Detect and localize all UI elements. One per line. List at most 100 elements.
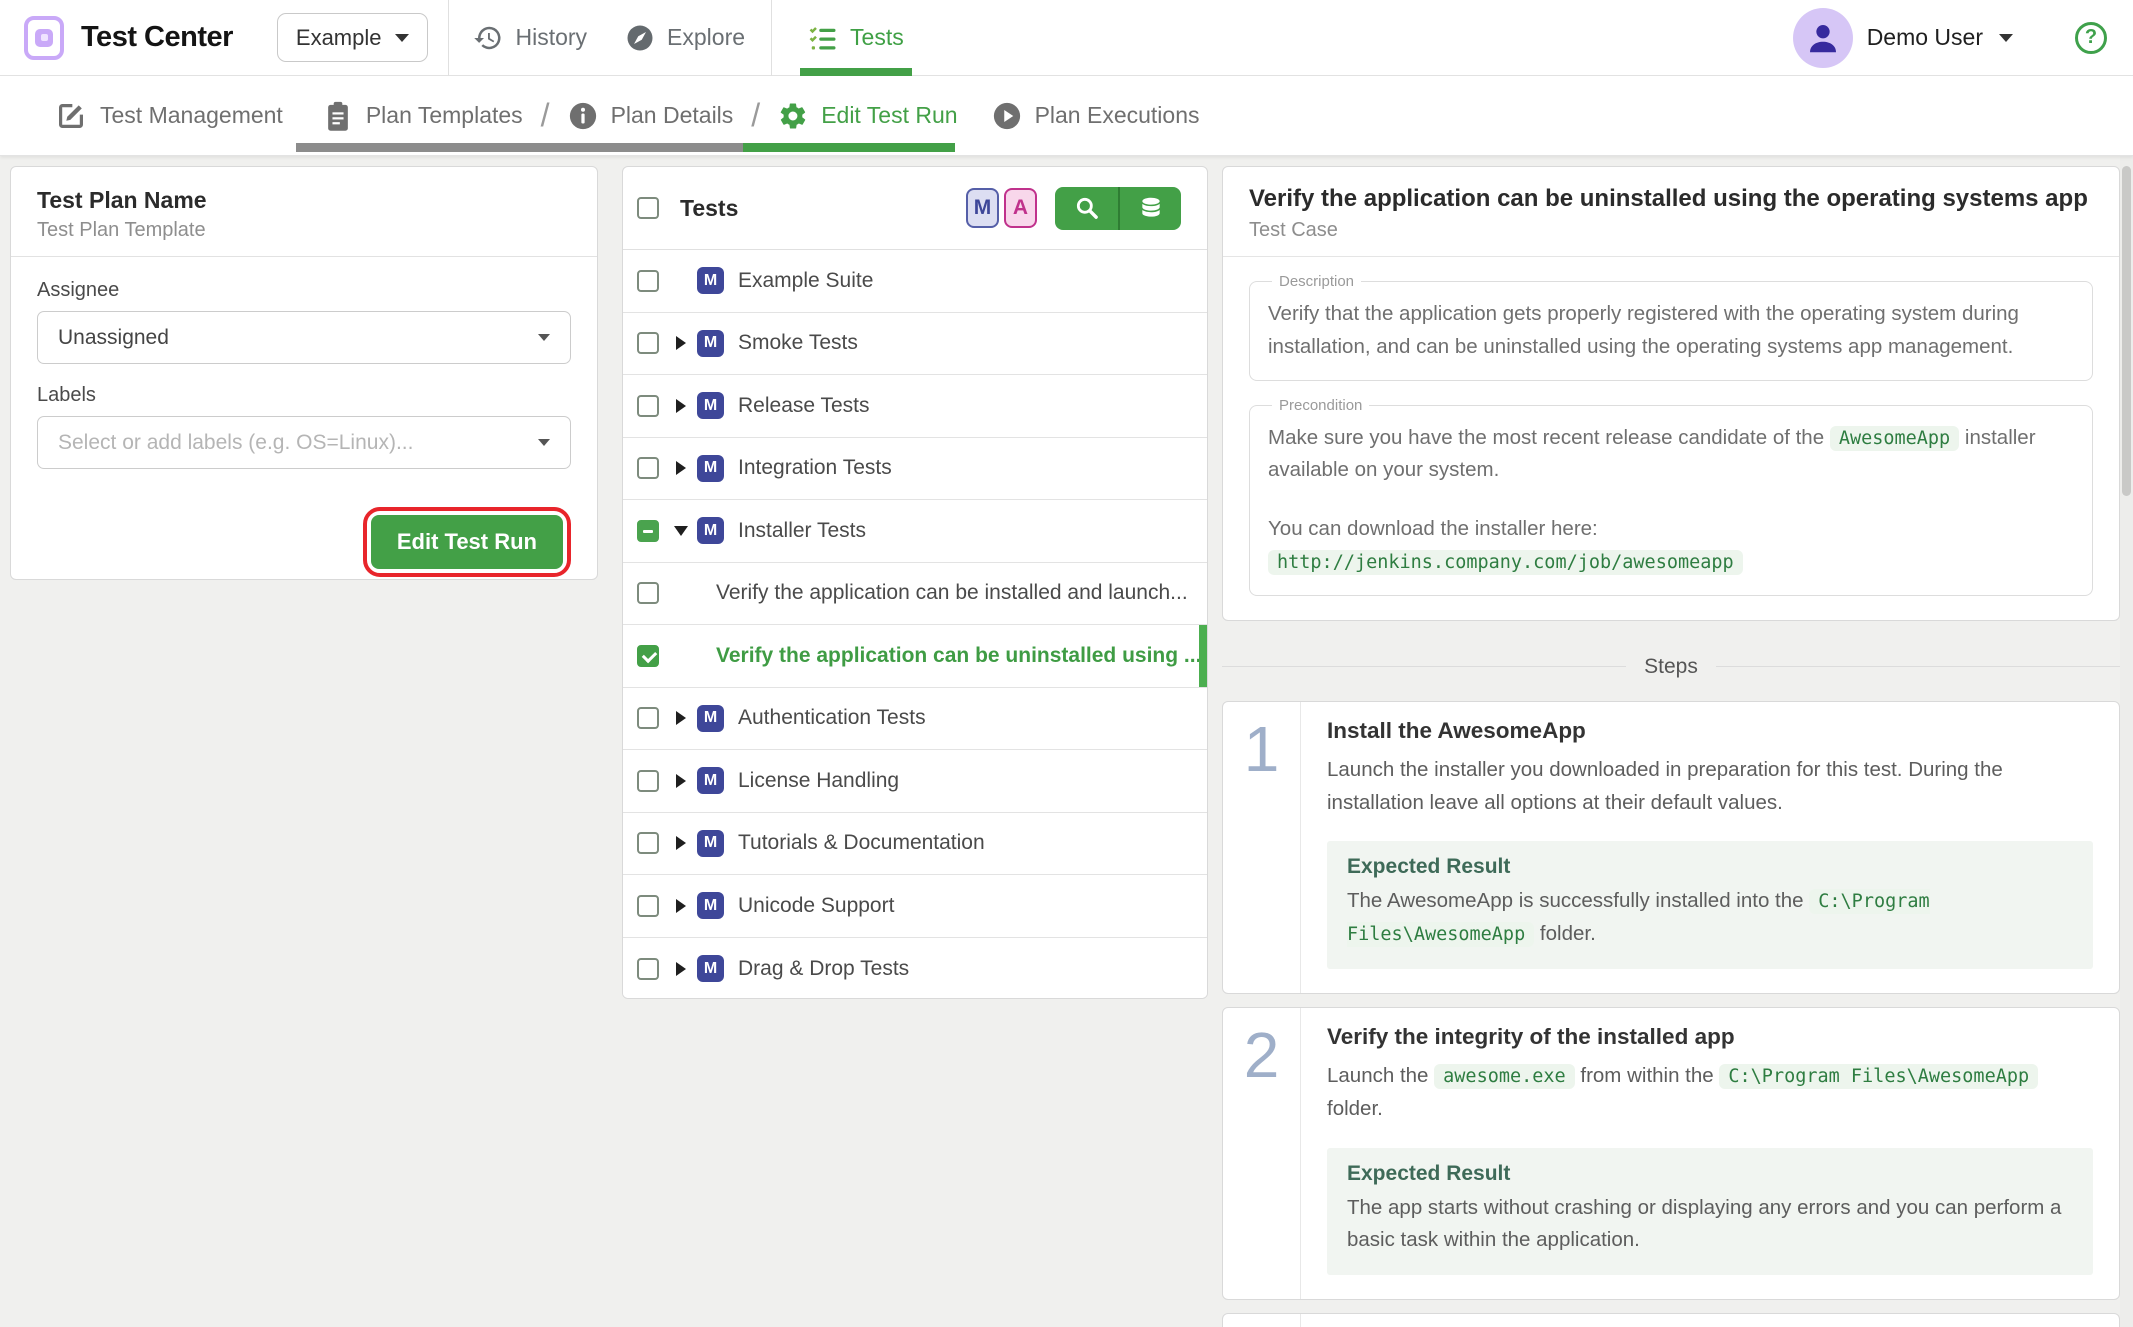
tree-row[interactable]: MInstaller Tests xyxy=(623,500,1207,563)
row-checkbox[interactable] xyxy=(637,645,659,667)
filter-badge-m[interactable]: M xyxy=(966,188,999,228)
suite-badge-m: M xyxy=(697,955,724,982)
description-legend: Description xyxy=(1272,273,1361,290)
paragraph: Launch the installer you downloaded in p… xyxy=(1327,754,2093,820)
step-card: 1Install the AwesomeAppLaunch the instal… xyxy=(1222,701,2120,994)
tree-row[interactable]: MIntegration Tests xyxy=(623,438,1207,501)
expand-arrow-icon[interactable] xyxy=(671,899,691,913)
test-plan-header: Test Plan Name Test Plan Template xyxy=(11,167,597,257)
labels-select[interactable]: Select or add labels (e.g. OS=Linux)... xyxy=(37,416,571,469)
tree-row[interactable]: MLicense Handling xyxy=(623,750,1207,813)
row-checkbox[interactable] xyxy=(637,832,659,854)
checklist-icon xyxy=(808,23,838,53)
description-content: Verify that the application gets properl… xyxy=(1268,298,2074,364)
tree-label: Verify the application can be installed … xyxy=(716,581,1188,605)
row-checkbox[interactable] xyxy=(637,520,659,542)
nav-explore[interactable]: Explore xyxy=(625,23,745,53)
selected-indicator xyxy=(1199,625,1207,687)
text-span: Launch the installer you downloaded in p… xyxy=(1327,758,2003,814)
row-checkbox[interactable] xyxy=(637,457,659,479)
breadcrumb-separator: / xyxy=(751,97,760,134)
row-checkbox[interactable] xyxy=(637,270,659,292)
tree-row[interactable]: Verify the application can be uninstalle… xyxy=(623,625,1207,688)
expected-result-block: Expected Result The AwesomeApp is success… xyxy=(1327,841,2093,969)
row-checkbox[interactable] xyxy=(637,707,659,729)
expand-arrow-icon[interactable] xyxy=(671,399,691,413)
top-navigation: Test Center Example History Explore xyxy=(0,0,2133,76)
tree-row[interactable]: Verify the application can be installed … xyxy=(623,563,1207,626)
row-checkbox[interactable] xyxy=(637,395,659,417)
tests-panel: Tests M A MExample SuiteMSmoke TestsMRel… xyxy=(622,166,1208,999)
expand-arrow-icon[interactable] xyxy=(671,962,691,976)
tests-toolbar xyxy=(1055,187,1181,230)
avatar[interactable] xyxy=(1793,8,1853,68)
expand-arrow-icon[interactable] xyxy=(671,336,691,350)
scrollbar-thumb[interactable] xyxy=(2122,166,2131,496)
tree-row[interactable]: MExample Suite xyxy=(623,250,1207,313)
nav-history[interactable]: History xyxy=(473,23,587,53)
help-button[interactable]: ? xyxy=(2075,22,2107,54)
expand-arrow-icon[interactable] xyxy=(671,774,691,788)
nav-test-management[interactable]: Test Management xyxy=(55,100,283,132)
play-circle-icon xyxy=(992,101,1022,131)
edit-square-icon xyxy=(55,100,87,132)
scrollbar[interactable] xyxy=(2120,156,2133,1327)
suite-badge-m: M xyxy=(697,830,724,857)
chevron-down-icon xyxy=(538,334,550,341)
tree-row[interactable]: MRelease Tests xyxy=(623,375,1207,438)
tree-row[interactable]: MSmoke Tests xyxy=(623,313,1207,376)
nav-tests[interactable]: Tests xyxy=(800,0,912,76)
expand-arrow-icon[interactable] xyxy=(671,461,691,475)
paragraph: Verify that the application gets properl… xyxy=(1268,298,2074,364)
filter-badge-a[interactable]: A xyxy=(1004,188,1037,228)
nav-plan-templates[interactable]: Plan Templates xyxy=(323,100,523,132)
breadcrumb-track xyxy=(296,143,743,152)
nav-edit-test-run[interactable]: Edit Test Run xyxy=(778,101,957,131)
precondition-content: Make sure you have the most recent relea… xyxy=(1268,422,2074,579)
step-title: Verify the integrity of the installed ap… xyxy=(1327,1024,2093,1050)
expected-result-block: Expected ResultThe app starts without cr… xyxy=(1327,1148,2093,1276)
tree-label: Unicode Support xyxy=(738,894,894,918)
row-checkbox[interactable] xyxy=(637,332,659,354)
paragraph: Launch the awesome.exe from within the C… xyxy=(1327,1060,2093,1126)
user-menu-chevron-icon[interactable] xyxy=(1999,34,2013,42)
project-selector[interactable]: Example xyxy=(277,13,429,62)
expected-result-label: Expected Result xyxy=(1347,855,2073,879)
app-title: Test Center xyxy=(81,21,233,54)
tree-row[interactable]: MTutorials & Documentation xyxy=(623,813,1207,876)
tree-row[interactable]: MAuthentication Tests xyxy=(623,688,1207,751)
row-checkbox[interactable] xyxy=(637,895,659,917)
app-logo-icon xyxy=(24,16,64,60)
labels-placeholder: Select or add labels (e.g. OS=Linux)... xyxy=(58,431,538,455)
step-number: 2 xyxy=(1223,1008,1301,1299)
nav-plan-executions[interactable]: Plan Executions xyxy=(992,101,1200,131)
database-button[interactable] xyxy=(1118,187,1181,230)
expand-arrow-icon[interactable] xyxy=(671,526,691,536)
assignee-select[interactable]: Unassigned xyxy=(37,311,571,364)
expand-arrow-icon[interactable] xyxy=(671,836,691,850)
select-all-checkbox[interactable] xyxy=(637,197,659,219)
code-span: C:\Program Files\AwesomeApp xyxy=(1719,1064,2038,1089)
expand-arrow-icon[interactable] xyxy=(671,711,691,725)
test-plan-template-label: Test Plan Template xyxy=(37,219,571,242)
paragraph: The AwesomeApp is successfully installed… xyxy=(1347,885,2073,951)
tree-row[interactable]: MUnicode Support xyxy=(623,875,1207,938)
nav-plan-details[interactable]: Plan Details xyxy=(568,101,734,131)
row-checkbox[interactable] xyxy=(637,958,659,980)
tree-row[interactable]: MDrag & Drop Tests xyxy=(623,938,1207,1000)
breadcrumb: Test Management Plan Templates / Plan De… xyxy=(0,76,2133,156)
tree-label: Integration Tests xyxy=(738,456,892,480)
info-icon xyxy=(568,101,598,131)
edit-test-run-button[interactable]: Edit Test Run xyxy=(371,515,563,569)
row-checkbox[interactable] xyxy=(637,770,659,792)
code-span: AwesomeApp xyxy=(1830,426,1959,451)
row-checkbox[interactable] xyxy=(637,582,659,604)
step-content: Trigger the uninstallation of the appSea… xyxy=(1301,1314,2119,1327)
tests-panel-header: Tests M A xyxy=(623,167,1207,250)
breadcrumb-active-indicator xyxy=(743,143,955,152)
search-button[interactable] xyxy=(1055,187,1118,230)
user-name: Demo User xyxy=(1867,24,1983,51)
steps-divider: Steps xyxy=(1222,655,2120,679)
text-span: The app starts without crashing or displ… xyxy=(1347,1196,2061,1252)
test-plan-panel: Test Plan Name Test Plan Template Assign… xyxy=(10,166,598,580)
